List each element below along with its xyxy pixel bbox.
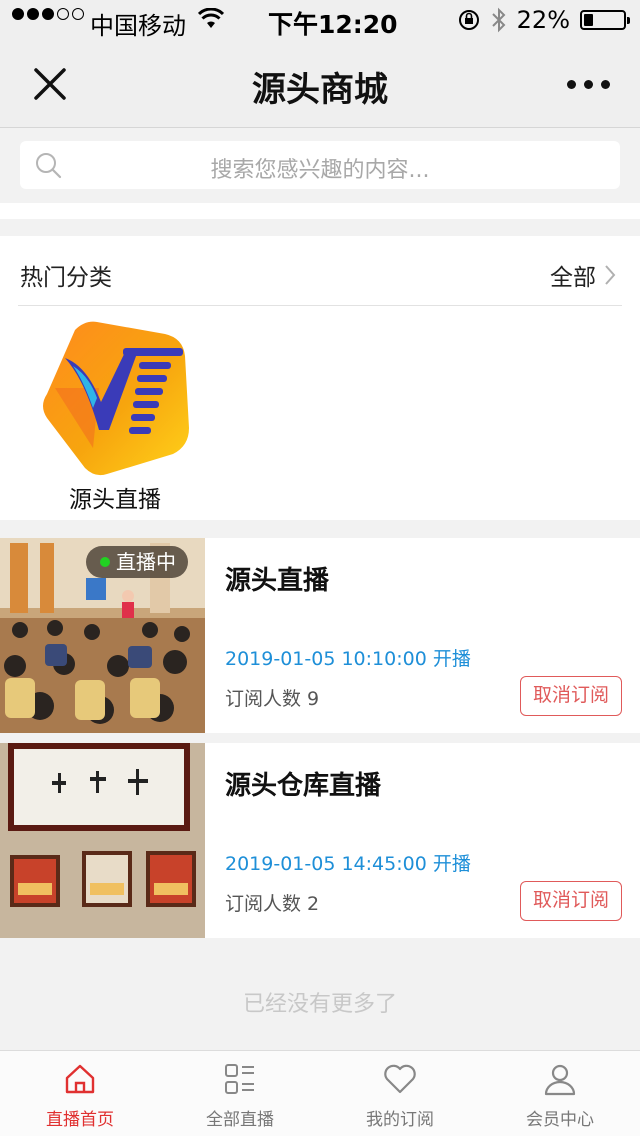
bottom-tab-bar: 直播首页 全部直播 我的订阅 会员中心	[0, 1050, 640, 1136]
end-of-list-text: 已经没有更多了	[242, 992, 397, 1017]
more-options-icon[interactable]	[567, 80, 610, 89]
unsubscribe-button[interactable]: 取消订阅	[520, 881, 622, 921]
tab-all-live[interactable]: 全部直播	[160, 1051, 320, 1136]
search-placeholder: 搜索您感兴趣的内容...	[210, 158, 430, 183]
hot-category-section: 热门分类 全部 源头直播	[0, 236, 640, 520]
live-start-time: 2019-01-05 10:10:00 开播	[225, 648, 471, 670]
category-item-yuantou-live[interactable]: 源头直播	[30, 318, 200, 514]
chevron-right-icon	[605, 265, 616, 285]
bluetooth-icon	[491, 7, 506, 33]
search-input[interactable]: 搜索您感兴趣的内容...	[20, 141, 620, 189]
grid-list-icon	[225, 1064, 254, 1094]
live-start-time: 2019-01-05 14:45:00 开播	[225, 853, 471, 875]
warehouse-photo	[0, 743, 205, 938]
banner-strip	[0, 203, 640, 219]
live-status-label: 直播中	[116, 550, 176, 574]
tab-member-center[interactable]: 会员中心	[480, 1051, 640, 1136]
tab-label: 全部直播	[206, 1110, 274, 1130]
view-all-label: 全部	[550, 265, 596, 291]
live-title[interactable]: 源头直播	[225, 560, 329, 597]
status-bar: 中国移动 下午12:20 22%	[0, 0, 640, 40]
home-icon	[65, 1064, 95, 1094]
nav-bar: 源头商城	[0, 40, 640, 128]
signal-strength-icon	[12, 8, 84, 20]
tab-label: 我的订阅	[366, 1110, 434, 1130]
view-all-link[interactable]: 全部	[550, 258, 616, 292]
category-header: 热门分类 全部	[18, 236, 622, 306]
live-indicator-icon	[100, 557, 110, 567]
live-list-item[interactable]: 源头仓库直播 2019-01-05 14:45:00 开播 订阅人数 2 取消订…	[0, 743, 640, 938]
heart-icon	[384, 1064, 416, 1094]
yt-logo-icon	[43, 321, 189, 476]
battery-icon	[580, 10, 630, 30]
tab-label: 直播首页	[46, 1110, 114, 1130]
tab-my-subscriptions[interactable]: 我的订阅	[320, 1051, 480, 1136]
battery-percent: 22%	[516, 6, 570, 34]
tab-label: 会员中心	[526, 1110, 594, 1130]
live-list-item[interactable]: 直播中 源头直播 2019-01-05 10:10:00 开播 订阅人数 9 取…	[0, 538, 640, 733]
subscriber-count: 订阅人数 2	[225, 893, 320, 915]
live-thumbnail[interactable]: 直播中	[0, 538, 205, 733]
category-title: 热门分类	[20, 265, 112, 291]
carrier-name: 中国移动	[90, 12, 186, 40]
clock: 下午12:20	[268, 10, 398, 39]
user-icon	[544, 1064, 576, 1096]
live-status-badge: 直播中	[86, 546, 188, 578]
page-title: 源头商城	[252, 70, 388, 110]
search-area: 搜索您感兴趣的内容...	[0, 129, 640, 201]
unsubscribe-button[interactable]: 取消订阅	[520, 676, 622, 716]
rotation-lock-icon	[458, 10, 479, 30]
wifi-icon	[198, 8, 224, 28]
subscriber-count: 订阅人数 9	[225, 688, 320, 710]
category-item-label: 源头直播	[69, 487, 161, 513]
tab-live-home[interactable]: 直播首页	[0, 1051, 160, 1136]
live-title[interactable]: 源头仓库直播	[225, 765, 381, 802]
live-thumbnail[interactable]	[0, 743, 205, 938]
